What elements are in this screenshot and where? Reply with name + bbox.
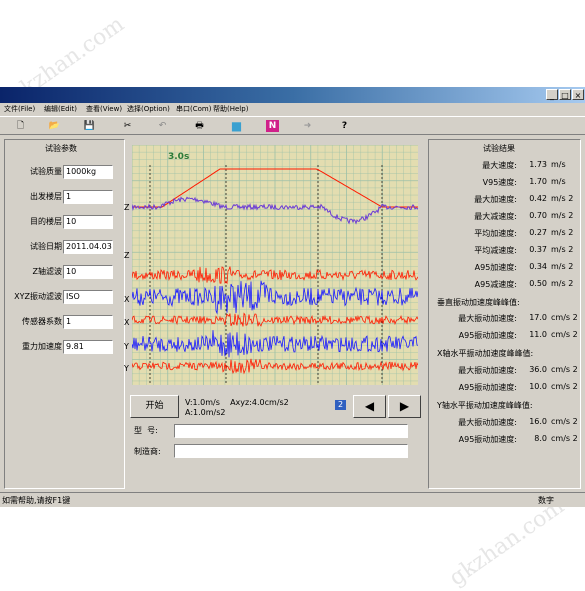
printer-icon[interactable]: 🖶: [193, 120, 206, 132]
waveform-plot[interactable]: 3.0s: [132, 145, 418, 385]
save-disk-icon[interactable]: 💾: [83, 120, 96, 132]
param-label: 出发楼层: [30, 192, 62, 201]
channel-label: Y: [124, 342, 129, 351]
title-bar[interactable]: _ □ ×: [0, 87, 585, 103]
channel-label: X: [124, 318, 130, 327]
params-title: 试验参数: [45, 144, 77, 153]
menu-file[interactable]: 文件(File): [4, 104, 35, 114]
result-row: A95振动加速度: 11.0 cm/s 2: [458, 330, 578, 340]
result-row: V95速度: 1.70 m/s: [482, 177, 566, 187]
application-window: _ □ × 文件(File) 编辑(Edit) 查看(View) 选择(Opti…: [0, 87, 585, 507]
menu-view[interactable]: 查看(View): [86, 104, 122, 114]
result-row: 最大减速度: 0.70 m/s 2: [474, 211, 574, 221]
gravity-field[interactable]: 9.81: [63, 340, 113, 354]
result-row: A95减速度: 0.50 m/s 2: [474, 279, 574, 289]
result-row: 最大加速度: 0.42 m/s 2: [474, 194, 574, 204]
start-floor-field[interactable]: 1: [63, 190, 113, 204]
blue-square-icon[interactable]: ■: [230, 120, 243, 132]
target-floor-field[interactable]: 10: [63, 215, 113, 229]
channel-label: X: [124, 295, 130, 304]
model-label: 型 号:: [134, 426, 158, 435]
test-mass-field[interactable]: 1000kg: [63, 165, 113, 179]
maker-label: 制造商:: [134, 447, 161, 456]
param-label: 传感器系数: [22, 317, 62, 326]
menu-edit[interactable]: 编辑(Edit): [44, 104, 77, 114]
result-row: 平均减速度: 0.37 m/s 2: [474, 245, 574, 255]
xyz-filter-field[interactable]: ISO: [63, 290, 113, 304]
param-label: XYZ振动滤波: [14, 292, 62, 301]
menu-help[interactable]: 帮助(Help): [213, 104, 248, 114]
test-results-panel: 试验结果 最大速度: 1.73 m/s V95速度: 1.70 m/s 最大加速度: 0.…: [428, 139, 581, 489]
param-label: 重力加速度: [22, 342, 62, 351]
minimize-button[interactable]: _: [546, 89, 558, 100]
next-page-button[interactable]: ▶: [388, 395, 421, 418]
maximize-button[interactable]: □: [559, 89, 571, 100]
param-label: Z轴滤波: [32, 267, 62, 276]
acceleration-info: A:1.0m/s2: [185, 408, 226, 417]
menu-option[interactable]: 选择(Option): [127, 104, 170, 114]
channel-label: Z: [124, 251, 130, 260]
test-date-field[interactable]: 2011.04.03: [63, 240, 113, 254]
open-folder-icon[interactable]: 📂: [48, 120, 61, 132]
result-row: 最大振动加速度: 16.0 cm/s 2: [458, 417, 578, 427]
maker-field[interactable]: [174, 444, 408, 458]
result-row: 平均加速度: 0.27 m/s 2: [474, 228, 574, 238]
close-button[interactable]: ×: [572, 89, 584, 100]
menu-bar: 文件(File) 编辑(Edit) 查看(View) 选择(Option) 串口…: [0, 103, 585, 116]
z-filter-field[interactable]: 10: [63, 265, 113, 279]
question-icon[interactable]: ?: [338, 120, 351, 132]
toolbar: 🗋 📂 💾 ✂ ↶ 🖶 ■ N ➜ ?: [0, 116, 585, 135]
status-bar: 如需帮助,请按F1键 数字: [0, 492, 585, 507]
status-mode-text: 数字: [538, 496, 554, 505]
results-title: 试验结果: [483, 144, 515, 153]
new-file-icon[interactable]: 🗋: [14, 120, 27, 132]
n-letter-icon[interactable]: N: [266, 120, 279, 132]
result-row: A95振动加速度: 10.0 cm/s 2: [458, 382, 578, 392]
page-number-field[interactable]: 2: [335, 400, 346, 410]
prev-page-button[interactable]: ◀: [353, 395, 386, 418]
vertical-vibration-heading: 垂直振动加速度峰峰值:: [437, 298, 520, 307]
speed-info: V:1.0m/s Axyz:4.0cm/s2: [185, 398, 289, 407]
undo-icon[interactable]: ↶: [156, 120, 169, 132]
status-help-text: 如需帮助,请按F1键: [2, 496, 71, 505]
result-row: A95振动加速度: 8.0 cm/s 2: [458, 434, 578, 444]
waveform-chart-area: Z Z X X Y Y 3.0s: [120, 145, 426, 385]
arrow-right-icon[interactable]: ➜: [301, 120, 314, 132]
param-label: 试验质量: [30, 167, 62, 176]
watermark-text: gkzhan.com: [444, 493, 569, 591]
model-field[interactable]: [174, 424, 408, 438]
time-label: 3.0s: [168, 152, 189, 162]
result-row: 最大振动加速度: 36.0 cm/s 2: [458, 365, 578, 375]
y-vibration-heading: Y轴水平振动加速度峰峰值:: [437, 401, 533, 410]
channel-label: Y: [124, 364, 129, 373]
result-row: 最大振动加速度: 17.0 cm/s 2: [458, 313, 578, 323]
x-vibration-heading: X轴水平振动加速度峰峰值:: [437, 349, 534, 358]
result-row: 最大速度: 1.73 m/s: [482, 160, 566, 170]
channel-label: Z: [124, 203, 130, 212]
test-parameters-panel: 试验参数 试验质量 1000kg 出发楼层 1 目的楼层 10 试验日期 201…: [4, 139, 125, 489]
scissors-icon[interactable]: ✂: [121, 120, 134, 132]
menu-com[interactable]: 串口(Com): [176, 104, 211, 114]
sensor-coefficient-field[interactable]: 1: [63, 315, 113, 329]
param-label: 目的楼层: [30, 217, 62, 226]
result-row: A95加速度: 0.34 m/s 2: [474, 262, 574, 272]
param-label: 试验日期: [30, 242, 62, 251]
start-button[interactable]: 开始: [130, 395, 179, 418]
